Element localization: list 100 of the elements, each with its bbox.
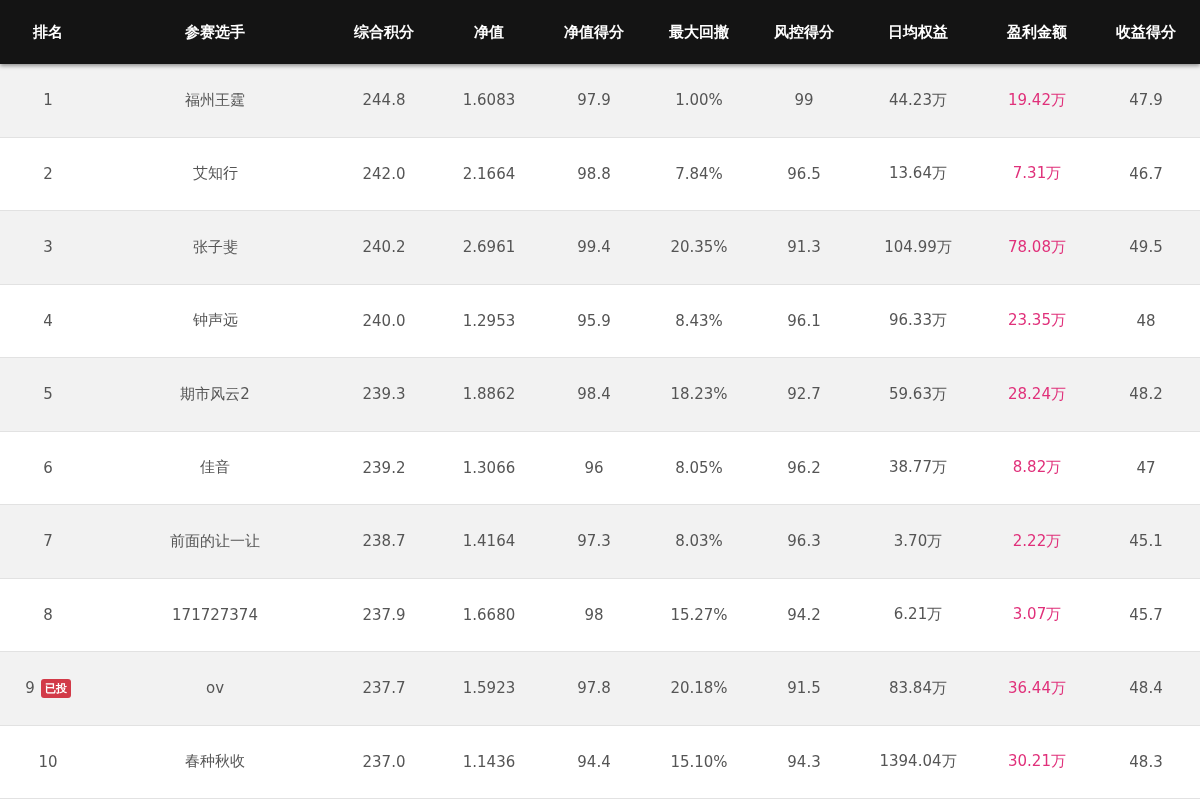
table-cell: 59.63万 <box>889 384 947 404</box>
table-cell: 1.5923 <box>462 679 516 698</box>
table-cell: 45.1 <box>1129 532 1163 551</box>
table-cell: 94.3 <box>787 752 821 771</box>
table-cell: 佳音 <box>200 458 230 478</box>
table-cell: 91.3 <box>787 238 821 257</box>
table-cell: 1.6083 <box>462 91 516 110</box>
rank-cell: 4 <box>43 311 53 330</box>
rank-cell: 10 <box>38 752 58 771</box>
column-header: 净值得分 <box>563 21 625 43</box>
table-cell: 1.2953 <box>462 311 516 330</box>
table-cell: 98.4 <box>577 385 611 404</box>
table-cell: 2.1664 <box>462 164 516 183</box>
rank-cell: 5 <box>43 385 53 404</box>
table-cell: 48.2 <box>1129 385 1163 404</box>
table-cell: 98.8 <box>577 164 611 183</box>
table-cell: 78.08万 <box>1008 237 1066 257</box>
table-cell: 2.22万 <box>1012 531 1062 551</box>
table-cell: 23.35万 <box>1008 311 1066 331</box>
table-cell: 前面的让一让 <box>170 531 260 551</box>
rank-cell: 6 <box>43 458 53 477</box>
table-cell: 96.2 <box>787 458 821 477</box>
table-cell: 47 <box>1136 458 1156 477</box>
table-cell: 48.4 <box>1129 679 1163 698</box>
column-header: 收益得分 <box>1115 21 1177 43</box>
table-cell: 20.18% <box>670 679 728 698</box>
table-cell: 19.42万 <box>1008 90 1066 110</box>
table-cell: 1.6680 <box>462 605 516 624</box>
table-cell: 244.8 <box>362 91 406 110</box>
status-badge: 已投 <box>40 678 71 698</box>
table-cell: 95.9 <box>577 311 611 330</box>
table-cell: 8.82万 <box>1012 458 1062 478</box>
table-cell: 6.21万 <box>893 605 943 625</box>
table-cell: 18.23% <box>670 385 728 404</box>
rank-cell: 8 <box>43 605 53 624</box>
table-cell: 张子斐 <box>192 237 238 257</box>
table-cell: 238.7 <box>362 532 406 551</box>
column-header: 排名 <box>32 21 64 43</box>
table-cell: 春种秋收 <box>185 752 245 772</box>
table-cell: 97.8 <box>577 679 611 698</box>
table-cell: 20.35% <box>670 238 728 257</box>
rank-cell: 2 <box>43 164 53 183</box>
table-cell: 94.2 <box>787 605 821 624</box>
table-cell: 2.6961 <box>462 238 516 257</box>
table-cell: 239.2 <box>362 458 406 477</box>
table-cell: 福州王霆 <box>185 90 245 110</box>
table-cell: 240.2 <box>362 238 406 257</box>
table-cell: ov <box>205 679 225 698</box>
column-header: 风控得分 <box>773 21 835 43</box>
table-cell: 8.43% <box>675 311 723 330</box>
table-cell: 91.5 <box>787 679 821 698</box>
table-cell: 期市风云2 <box>180 384 250 404</box>
table-cell: 96 <box>584 458 604 477</box>
table-cell: 7.84% <box>675 164 723 183</box>
table-cell: 1.8862 <box>462 385 516 404</box>
table-cell: 钟声远 <box>192 311 238 331</box>
column-header: 日均权益 <box>887 21 949 43</box>
table-cell: 240.0 <box>362 311 406 330</box>
table-cell: 96.33万 <box>889 311 947 331</box>
table-cell: 15.27% <box>670 605 728 624</box>
table-cell: 97.9 <box>577 91 611 110</box>
column-header: 盈利金额 <box>1006 21 1068 43</box>
table-cell: 99.4 <box>577 238 611 257</box>
table-cell: 242.0 <box>362 164 406 183</box>
table-cell: 96.5 <box>787 164 821 183</box>
table-cell: 44.23万 <box>889 90 947 110</box>
rank-cell: 1 <box>43 91 53 110</box>
table-cell: 8.05% <box>675 458 723 477</box>
table-cell: 237.0 <box>362 752 406 771</box>
table-cell: 28.24万 <box>1008 384 1066 404</box>
column-header: 综合积分 <box>353 21 415 43</box>
table-cell: 171727374 <box>172 605 258 624</box>
table-cell: 237.9 <box>362 605 406 624</box>
table-cell: 3.07万 <box>1012 605 1062 625</box>
table-cell: 99 <box>794 91 814 110</box>
table-cell: 94.4 <box>577 752 611 771</box>
table-cell: 237.7 <box>362 679 406 698</box>
table-cell: 92.7 <box>787 385 821 404</box>
table-cell: 1.4164 <box>462 532 516 551</box>
table-cell: 1.3066 <box>462 458 516 477</box>
table-cell: 83.84万 <box>889 678 947 698</box>
table-cell: 48 <box>1136 311 1156 330</box>
table-cell: 97.3 <box>577 532 611 551</box>
table-cell: 7.31万 <box>1012 164 1062 184</box>
table-cell: 13.64万 <box>889 164 947 184</box>
table-cell: 96.3 <box>787 532 821 551</box>
table-cell: 8.03% <box>675 532 723 551</box>
table-cell: 104.99万 <box>884 237 952 257</box>
column-header: 最大回撤 <box>668 21 730 43</box>
table-cell: 艾知行 <box>192 164 238 184</box>
table-cell: 96.1 <box>787 311 821 330</box>
table-cell: 3.70万 <box>893 531 943 551</box>
table-cell: 30.21万 <box>1008 752 1066 772</box>
rank-cell: 3 <box>43 238 53 257</box>
table-cell: 45.7 <box>1129 605 1163 624</box>
table-cell: 47.9 <box>1129 91 1163 110</box>
table-cell: 48.3 <box>1129 752 1163 771</box>
table-cell: 98 <box>584 605 604 624</box>
column-header: 净值 <box>473 21 505 43</box>
table-cell: 1394.04万 <box>879 752 957 772</box>
